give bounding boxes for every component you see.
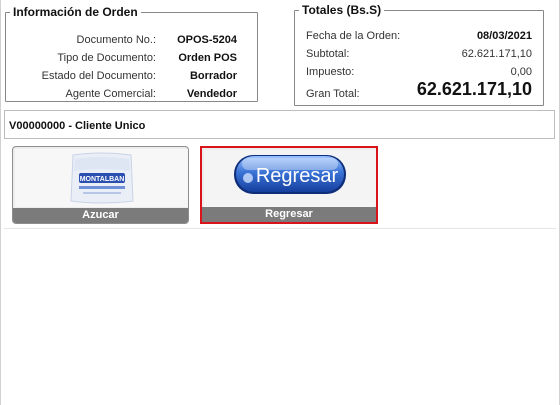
azucar-tile-label: Azucar — [13, 208, 188, 223]
regresar-button-image: Regresar — [204, 150, 376, 208]
tax-value: 0,00 — [510, 66, 532, 78]
order-date-value: 08/03/2021 — [476, 30, 532, 42]
product-tile-azucar[interactable]: MONTALBAN Azucar — [12, 146, 189, 224]
document-number-value: OPOS-5204 — [177, 34, 237, 46]
subtotal-value: 62.621.171,10 — [461, 48, 532, 60]
back-arrow-icon: Regresar — [204, 150, 376, 206]
order-info-legend: Información de Orden — [13, 5, 138, 19]
order-info-group: Información de Orden Documento No.: OPOS… — [5, 5, 258, 102]
sales-agent-value: Vendedor — [186, 88, 237, 100]
document-status-label: Estado del Documento: — [41, 70, 156, 82]
back-tile-regresar[interactable]: Regresar Regresar — [200, 146, 378, 224]
regresar-image-text: Regresar — [256, 165, 339, 187]
document-type-label: Tipo de Documento: — [57, 52, 156, 64]
regresar-tile-label: Regresar — [202, 207, 376, 222]
document-type-value: Orden POS — [178, 52, 237, 64]
sales-agent-label: Agente Comercial: — [65, 88, 157, 100]
document-status-value: Borrador — [189, 70, 237, 82]
grand-total-label: Gran Total: — [306, 88, 360, 100]
azucar-product-image: MONTALBAN — [15, 149, 188, 207]
sugar-bag-icon: MONTALBAN — [15, 149, 188, 207]
grand-total-value: 62.621.171,10 — [416, 79, 532, 99]
subtotal-label: Subtotal: — [306, 48, 350, 60]
content-divider — [4, 228, 556, 229]
totals-legend: Totales (Bs.S) — [302, 3, 382, 17]
sugar-brand-text: MONTALBAN — [80, 176, 125, 183]
left-frame-border — [0, 0, 1, 405]
tax-label: Impuesto: — [306, 66, 355, 78]
order-date-label: Fecha de la Orden: — [306, 30, 401, 42]
customer-field[interactable]: V00000000 - Cliente Unico — [4, 110, 555, 139]
document-number-label: Documento No.: — [76, 34, 156, 46]
totals-group: Totales (Bs.S) Fecha de la Orden: 08/03/… — [294, 3, 544, 106]
